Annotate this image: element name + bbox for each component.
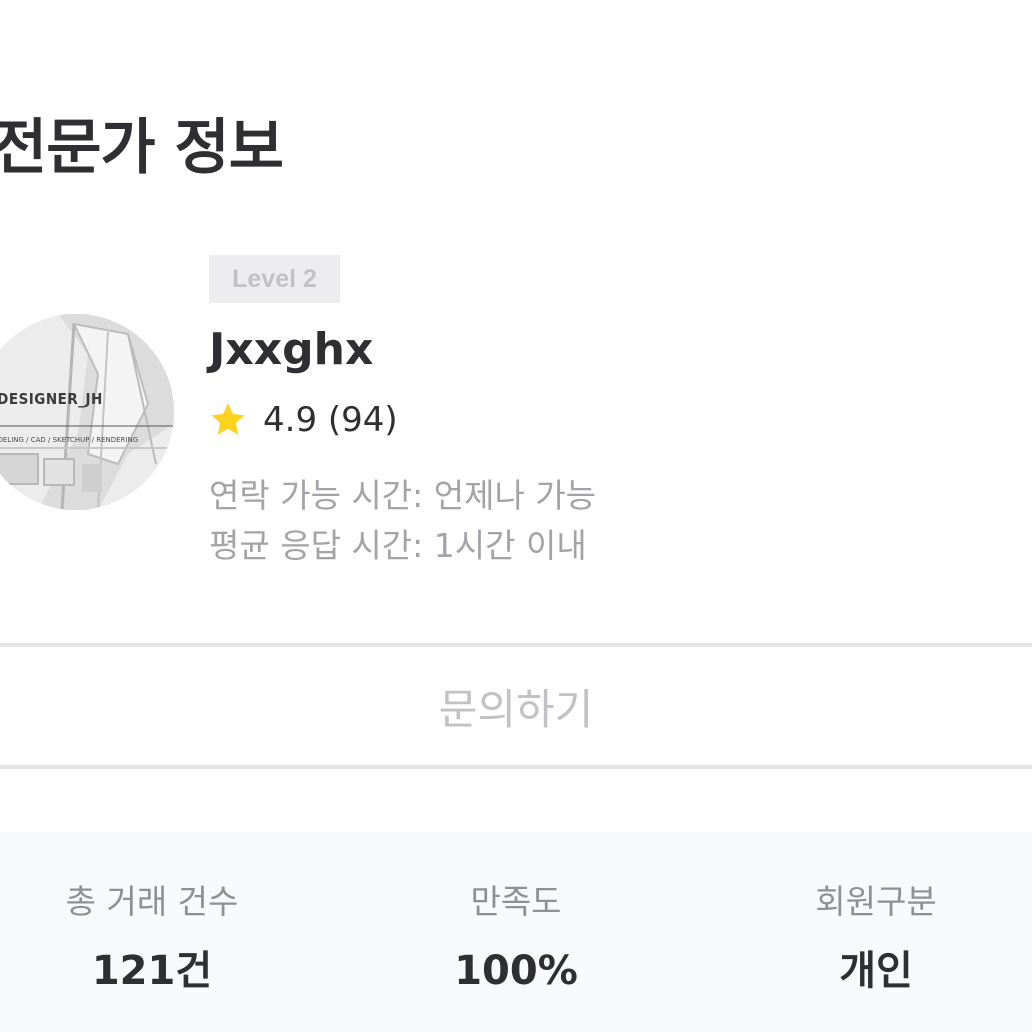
stat-label: 만족도 (470, 882, 562, 921)
stat-value: 개인 (839, 948, 913, 994)
expert-avatar[interactable]: DESIGNER_JH 3D MODELING / CAD / SKETCHUP… (0, 314, 174, 510)
star-icon (211, 403, 245, 435)
rating[interactable]: 4.9 (94) (209, 396, 398, 444)
expert-info-page: 전문가 정보 DESIGNER_JH 3D MODELING / CAD / S… (0, 0, 1032, 1032)
stat-value: 121건 (91, 948, 213, 994)
avatar-logo-text: DESIGNER_JH (0, 390, 103, 408)
divider (0, 765, 1032, 769)
stat-label: 총 거래 건수 (65, 882, 239, 921)
stats-panel: 총 거래 건수 121건 만족도 100% 회원구분 개인 (0, 832, 1032, 1032)
level-badge: Level 2 (209, 255, 340, 303)
rating-score: 4.9 (94) (263, 400, 398, 440)
stat-value: 100% (454, 948, 578, 994)
inquiry-button[interactable]: 문의하기 (0, 647, 1032, 765)
average-response-time: 평균 응답 시간: 1시간 이내 (209, 526, 587, 565)
avatar-image: DESIGNER_JH 3D MODELING / CAD / SKETCHUP… (0, 314, 174, 510)
avatar-logo-subtext: 3D MODELING / CAD / SKETCHUP / RENDERING (0, 436, 138, 444)
contact-hours: 연락 가능 시간: 언제나 가능 (209, 476, 597, 515)
section-title: 전문가 정보 (0, 113, 284, 183)
stat-label: 회원구분 (815, 882, 937, 921)
expert-name[interactable]: Jxxghx (209, 320, 373, 380)
